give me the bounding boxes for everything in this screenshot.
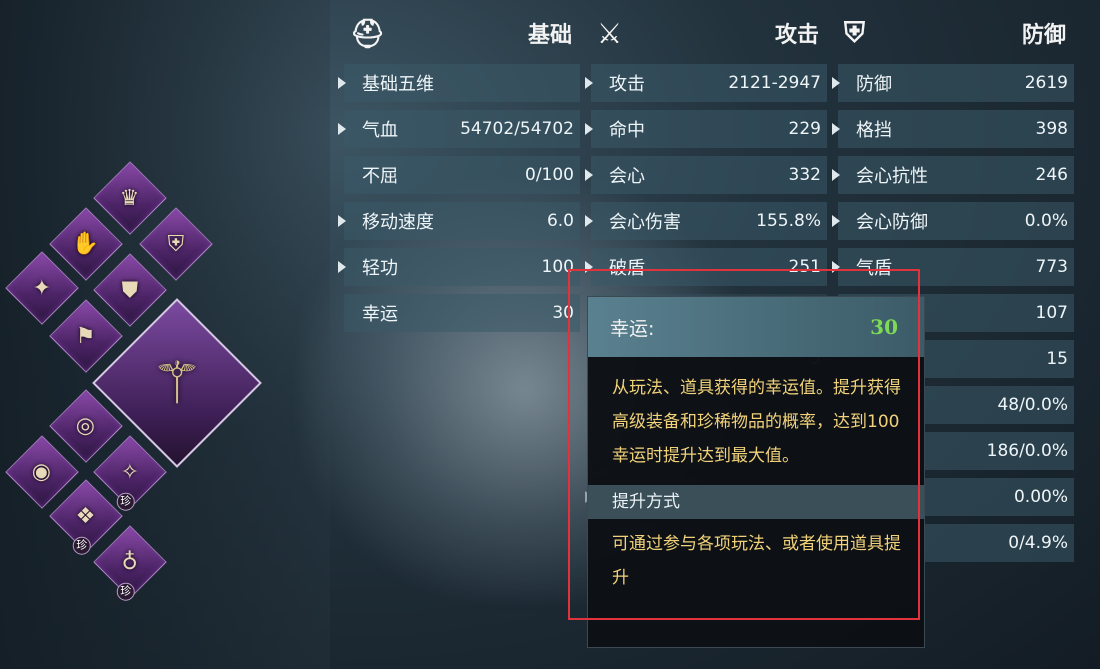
stat-row-hit[interactable]: 命中 229 (585, 110, 827, 148)
winged-helmet-icon: ♛ (120, 185, 140, 211)
expand-arrow-icon (585, 215, 593, 227)
necklace-slot[interactable]: ♁ 珍 (93, 525, 167, 601)
stat-label: 会心 (609, 166, 645, 187)
stat-label: 会心抗性 (856, 166, 928, 187)
armor-slot[interactable]: ⛊ (93, 253, 167, 327)
stat-value: 48/0.0% (997, 395, 1068, 415)
expand-arrow-icon (832, 215, 840, 227)
helmet-icon: ⛑ (350, 16, 386, 50)
stat-row-luck[interactable]: 幸运 30 (344, 294, 580, 332)
stat-value: 6.0 (546, 211, 574, 231)
stat-value: 773 (1035, 257, 1068, 277)
stat-label: 气血 (362, 120, 398, 141)
stat-row-move-speed[interactable]: 移动速度 6.0 (338, 202, 580, 240)
stat-label: 命中 (609, 120, 645, 141)
stat-label: 会心防御 (856, 212, 928, 233)
stat-value: 246 (1035, 165, 1068, 185)
dagger-icon: ✧ (120, 459, 140, 485)
stat-value: 186/0.0% (986, 441, 1068, 461)
expand-arrow-icon (338, 215, 346, 227)
shoulder-slot[interactable]: ⛨ (139, 207, 213, 281)
wolf-pendant-icon: ❖ (76, 503, 96, 529)
stat-value: 398 (1035, 119, 1068, 139)
expand-arrow-icon (585, 169, 593, 181)
annotation-highlight-box (568, 269, 920, 620)
stat-row-qinggong[interactable]: 轻功 100 (338, 248, 580, 286)
expand-arrow-icon (338, 123, 346, 135)
ring-icon: ◎ (76, 413, 96, 439)
stat-value: 0.0% (1024, 211, 1068, 231)
stat-value: 0.00% (1013, 487, 1068, 507)
stat-value: 54702/54702 (460, 119, 574, 139)
stat-label: 不屈 (362, 166, 398, 187)
stat-row-attack[interactable]: 攻击 2121-2947 (585, 64, 827, 102)
expand-arrow-icon (832, 123, 840, 135)
expand-arrow-icon (585, 77, 593, 89)
defense-stats-title: 防御 (1021, 23, 1066, 48)
basic-stats-column: ⛑ 基础 基础五维 气血 54702/54702 不屈 0/100 移动速度 6.0 … (338, 10, 580, 332)
spear-icon: ⚚ (151, 349, 203, 417)
stat-row-defense[interactable]: 防御 2619 (832, 64, 1074, 102)
expand-arrow-icon (832, 169, 840, 181)
expand-arrow-icon (338, 77, 346, 89)
stat-value: 15 (1046, 349, 1068, 369)
main-weapon-slot[interactable]: ⚚ (92, 298, 262, 468)
basic-stats-title: 基础 (527, 23, 572, 48)
stat-row-hp[interactable]: 气血 54702/54702 (338, 110, 580, 148)
stat-value: 155.8% (756, 211, 821, 231)
stat-label: 攻击 (609, 74, 645, 95)
attack-stats-header: ⚔ 攻击 (591, 10, 827, 56)
stat-label: 基础五维 (362, 74, 434, 95)
equipment-panel: ♛ ✋ ⛨ ✦ ⛊ ⚑ ⚚ ◎ ◉ ✧ 珍 ❖ 珍 ♁ 珍 (0, 150, 300, 610)
stat-value: 2619 (1024, 73, 1068, 93)
stat-value: 0/100 (525, 165, 574, 185)
stat-label: 格挡 (856, 120, 892, 141)
stat-label: 会心伤害 (609, 212, 681, 233)
stat-row-unyielding[interactable]: 不屈 0/100 (344, 156, 580, 194)
basic-stats-header: ⛑ 基础 (344, 10, 580, 56)
expand-arrow-icon (338, 261, 346, 273)
stat-label: 幸运 (362, 304, 398, 325)
rare-tag: 珍 (116, 582, 135, 601)
stat-row-crit-defense[interactable]: 会心防御 0.0% (832, 202, 1074, 240)
stat-label: 轻功 (362, 258, 398, 279)
stat-value: 2121-2947 (728, 73, 821, 93)
stat-value: 0/4.9% (1008, 533, 1068, 553)
shoulder-armor-icon: ⛨ (167, 231, 185, 257)
stat-row-crit-damage[interactable]: 会心伤害 155.8% (585, 202, 827, 240)
stat-row-crit-resist[interactable]: 会心抗性 246 (832, 156, 1074, 194)
stat-value: 107 (1035, 303, 1068, 323)
gauntlet-icon: ✋ (72, 231, 100, 257)
boots-icon: ⚑ (76, 323, 96, 349)
bracer-icon: ✦ (32, 275, 52, 301)
ruby-ring-icon: ◉ (32, 459, 52, 485)
stat-value: 332 (788, 165, 821, 185)
expand-arrow-icon (832, 77, 840, 89)
defense-stats-header: ⛨ 防御 (838, 10, 1074, 56)
stat-row-crit[interactable]: 会心 332 (585, 156, 827, 194)
chest-armor-icon: ⛊ (121, 277, 139, 303)
stat-label: 防御 (856, 74, 892, 95)
stat-row-block[interactable]: 格挡 398 (832, 110, 1074, 148)
expand-arrow-icon (585, 123, 593, 135)
stat-label: 移动速度 (362, 212, 434, 233)
rare-tag: 珍 (116, 492, 135, 511)
rare-tag: 珍 (72, 536, 91, 555)
attack-stats-title: 攻击 (774, 23, 819, 48)
necklace-icon: ♁ (121, 549, 139, 575)
helmet-slot[interactable]: ♛ (93, 161, 167, 235)
stat-value: 229 (788, 119, 821, 139)
crossed-swords-icon: ⚔ (597, 16, 623, 50)
stat-row-base-five[interactable]: 基础五维 (338, 64, 580, 102)
shield-icon: ⛨ (844, 16, 866, 49)
